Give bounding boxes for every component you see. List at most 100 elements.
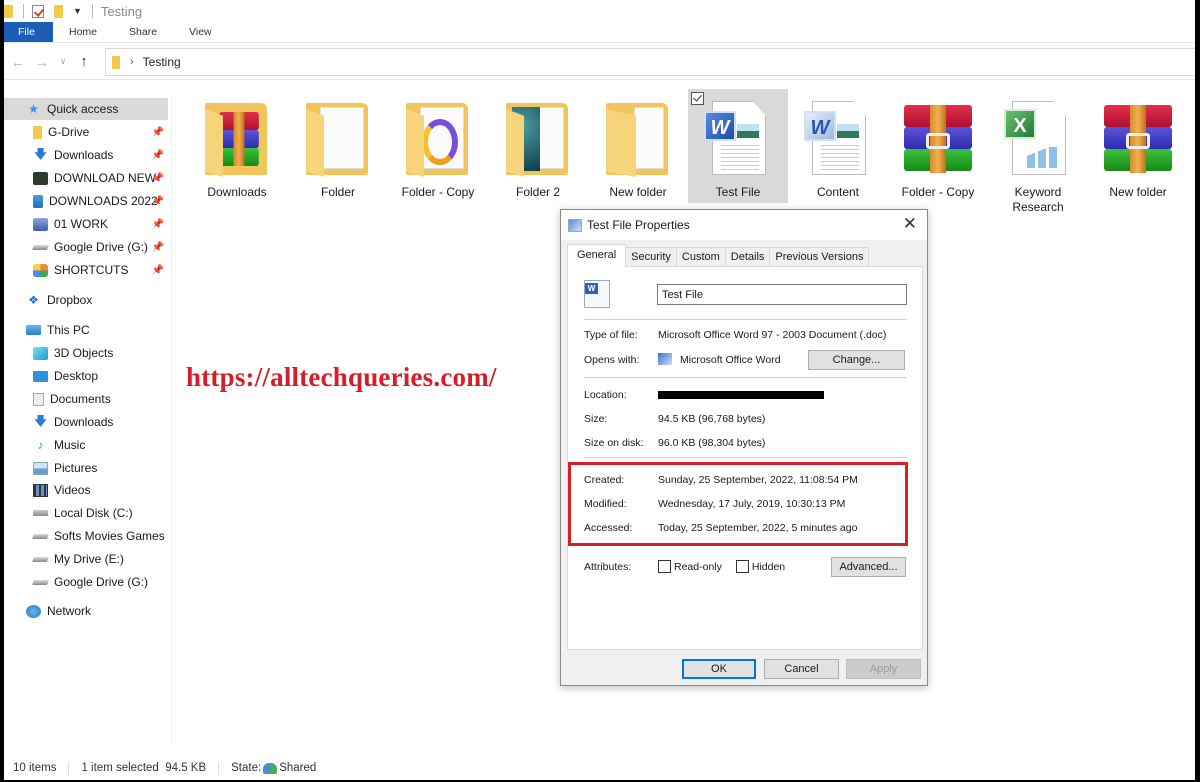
change-button[interactable]: Change...	[808, 350, 905, 370]
tab-general[interactable]: General	[567, 244, 627, 267]
file-name-input[interactable]	[657, 284, 907, 305]
folder-icon	[404, 99, 472, 177]
pin-icon[interactable]: 📌	[152, 265, 164, 276]
sidebar-item-label: Pictures	[54, 461, 98, 475]
desktop-icon	[33, 370, 48, 382]
drive-icon	[32, 244, 49, 250]
sidebar-item-label: Music	[54, 438, 86, 452]
sidebar-item-label: DOWNLOADS 2022	[49, 194, 158, 208]
address-bar[interactable]: › Testing	[105, 48, 1195, 76]
file-item-folder[interactable]: Folder	[288, 89, 388, 203]
sidebar-item-downloads-2022[interactable]: DOWNLOADS 2022 📌	[4, 190, 168, 212]
drive-icon	[32, 579, 49, 585]
properties-checkmark-icon[interactable]	[32, 4, 44, 18]
sidebar-item-documents[interactable]: Documents	[4, 388, 168, 410]
file-item-folder-copy[interactable]: Folder - Copy	[388, 89, 488, 203]
pin-icon[interactable]: 📌	[152, 196, 164, 207]
file-item-folder-2[interactable]: Folder 2	[488, 89, 588, 203]
work-icon	[33, 217, 48, 231]
network-icon	[26, 604, 41, 618]
sidebar-item-01-work[interactable]: 01 WORK 📌	[4, 213, 168, 235]
sidebar-item-google-drive-g[interactable]: Google Drive (G:)	[4, 571, 168, 593]
ribbon-tabs: File Home Share View	[4, 22, 1195, 43]
up-arrow-icon[interactable]: ↑	[74, 53, 94, 70]
sidebar-item-shortcuts[interactable]: SHORTCUTS 📌	[4, 259, 168, 281]
file-item-downloads[interactable]: Downloads	[187, 89, 287, 203]
apply-button[interactable]: Apply	[846, 659, 921, 679]
accessed-row: Accessed: Today, 25 September, 2022, 5 m…	[584, 522, 857, 534]
folder-icon	[304, 99, 372, 177]
file-item-keyword-research[interactable]: X Keyword Research	[988, 89, 1088, 214]
sidebar-item-label: Softs Movies Games (D:)	[54, 529, 168, 543]
forward-arrow-icon[interactable]: →	[32, 54, 52, 70]
dialog-title-bar[interactable]: Test File Properties ✕	[561, 210, 927, 240]
properties-dialog: Test File Properties ✕ General Security …	[560, 209, 928, 686]
sidebar-item-g-drive[interactable]: G-Drive 📌	[4, 121, 168, 143]
created-row: Created: Sunday, 25 September, 2022, 11:…	[584, 474, 858, 486]
checkbox[interactable]	[735, 560, 749, 573]
sidebar-item-my-drive-e[interactable]: My Drive (E:)	[4, 548, 168, 570]
documents-icon	[33, 392, 44, 406]
breadcrumb-item[interactable]: Testing	[143, 55, 181, 69]
tab-share[interactable]: Share	[113, 22, 173, 42]
pin-icon[interactable]: 📌	[152, 219, 164, 230]
new-folder-icon[interactable]	[54, 4, 63, 18]
chevron-right-icon[interactable]: ›	[130, 56, 134, 68]
dropbox-icon: ❖	[28, 293, 39, 307]
sidebar-item-downloads[interactable]: 🡇 Downloads 📌	[4, 144, 168, 166]
state-label: State:	[231, 762, 262, 774]
file-label: Folder - Copy	[401, 185, 475, 199]
opens-with-row: Opens with: Microsoft Office Word	[584, 353, 781, 366]
word-document-icon: W	[804, 99, 872, 177]
pin-icon[interactable]: 📌	[152, 127, 164, 138]
location-row: Location:	[584, 389, 824, 401]
back-arrow-icon[interactable]: ←	[8, 54, 28, 70]
file-item-new-folder[interactable]: New folder	[588, 89, 688, 203]
divider	[23, 4, 24, 18]
file-item-archive-new-folder[interactable]: New folder	[1088, 89, 1188, 203]
status-bar: 10 items 1 item selected 94.5 KB State: …	[4, 756, 1195, 780]
sidebar-item-pictures[interactable]: Pictures	[4, 457, 168, 479]
sidebar-item-dropbox[interactable]: ❖ Dropbox	[4, 289, 168, 311]
sidebar-item-videos[interactable]: Videos	[4, 479, 168, 501]
file-item-archive-folder-copy[interactable]: Folder - Copy	[888, 89, 988, 203]
ok-button[interactable]: OK	[682, 659, 756, 679]
recent-locations-chevron-icon[interactable]: ∨	[56, 56, 70, 67]
tab-previous-versions[interactable]: Previous Versions	[769, 247, 870, 267]
close-icon[interactable]: ✕	[903, 215, 917, 233]
sidebar-item-download-new[interactable]: DOWNLOAD NEW 📌	[4, 167, 168, 189]
window-title: Testing	[100, 3, 143, 19]
read-only-checkbox[interactable]: Read-only	[658, 560, 722, 573]
sidebar-item-network[interactable]: Network	[4, 600, 168, 622]
tab-home[interactable]: Home	[53, 22, 113, 42]
pin-icon[interactable]: 📌	[152, 150, 164, 161]
file-item-content[interactable]: W Content	[788, 89, 888, 203]
tab-file[interactable]: File	[4, 22, 53, 42]
sidebar-item-music[interactable]: ♪ Music	[4, 434, 168, 456]
tab-details[interactable]: Details	[724, 247, 771, 267]
customize-quick-access-chevron-icon[interactable]: ▼	[73, 6, 82, 16]
sidebar-item-local-disk-c[interactable]: Local Disk (C:)	[4, 502, 168, 524]
sidebar-item-softs-movies-games-d[interactable]: Softs Movies Games (D:)	[4, 525, 168, 547]
advanced-button[interactable]: Advanced...	[831, 557, 906, 577]
sidebar-item-this-pc[interactable]: This PC	[4, 319, 168, 341]
divider	[584, 377, 907, 378]
sidebar-item-downloads-pc[interactable]: 🡇 Downloads	[4, 411, 168, 433]
checkbox[interactable]	[658, 560, 671, 573]
pin-icon[interactable]: 📌	[152, 242, 164, 253]
selection-checkbox[interactable]	[691, 92, 704, 105]
divider	[218, 761, 220, 775]
tab-custom[interactable]: Custom	[675, 247, 726, 267]
tab-view[interactable]: View	[173, 22, 228, 42]
sidebar-item-quick-access[interactable]: ★ Quick access	[4, 98, 168, 120]
hidden-checkbox[interactable]: Hidden	[735, 560, 785, 573]
sidebar-item-google-drive-pinned[interactable]: Google Drive (G:) 📌	[4, 236, 168, 258]
sidebar-item-label: Downloads	[54, 415, 114, 429]
download-arrow-icon: 🡇	[34, 146, 47, 161]
file-item-test-file[interactable]: W Test File	[688, 89, 788, 203]
pin-icon[interactable]: 📌	[152, 173, 164, 184]
cancel-button[interactable]: Cancel	[764, 659, 839, 679]
tab-security[interactable]: Security	[625, 247, 677, 267]
sidebar-item-3d-objects[interactable]: 3D Objects	[4, 342, 168, 364]
sidebar-item-desktop[interactable]: Desktop	[4, 365, 168, 387]
